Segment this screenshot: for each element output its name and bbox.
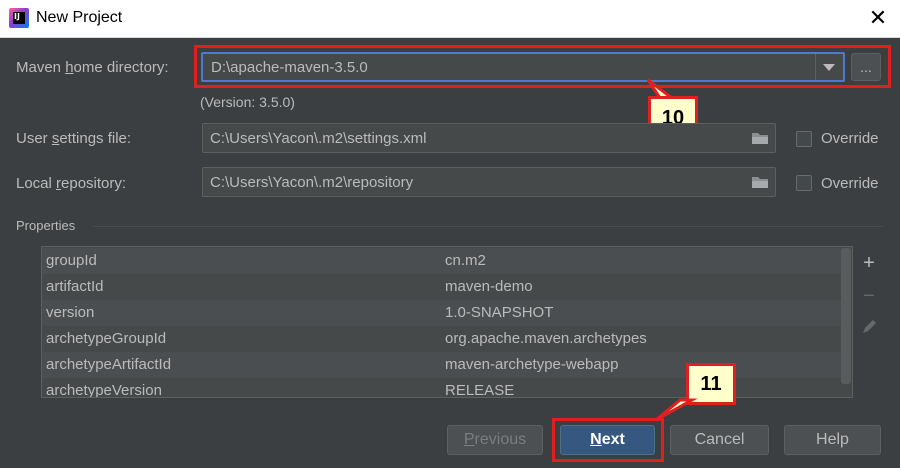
table-row[interactable]: artifactId maven-demo [42, 274, 842, 300]
override-settings-label: Override [821, 130, 879, 147]
edit-icon[interactable] [858, 316, 880, 338]
override-repository-label: Override [821, 175, 879, 192]
user-settings-value: C:\Users\Yacon\.m2\settings.xml [210, 130, 427, 147]
user-settings-label: User settings file: [16, 130, 132, 147]
override-repository-checkbox[interactable] [796, 175, 812, 191]
help-button[interactable]: Help [784, 425, 881, 455]
dropdown-arrow-icon[interactable] [823, 64, 835, 71]
table-row[interactable]: groupId cn.m2 [42, 248, 842, 274]
maven-home-value: D:\apache-maven-3.5.0 [211, 59, 368, 76]
local-repository-value: C:\Users\Yacon\.m2\repository [210, 174, 414, 191]
intellij-app-icon: IJ [9, 8, 29, 28]
folder-icon[interactable] [751, 131, 769, 145]
table-row[interactable]: version 1.0-SNAPSHOT [42, 300, 842, 326]
remove-icon[interactable]: − [858, 285, 880, 307]
callout-11-pointer [655, 398, 698, 422]
local-repository-label: Local repository: [16, 175, 127, 192]
previous-button[interactable]: Previous [447, 425, 543, 455]
browse-maven-home-button[interactable]: ... [851, 53, 881, 81]
cancel-button[interactable]: Cancel [670, 425, 769, 455]
window-title: New Project [36, 9, 123, 26]
folder-icon[interactable] [751, 175, 769, 189]
title-bar: IJ New Project ✕ [0, 0, 900, 38]
maven-home-label: Maven home directory: [16, 59, 169, 76]
next-button[interactable]: Next [560, 425, 655, 455]
user-settings-field[interactable]: C:\Users\Yacon\.m2\settings.xml [202, 123, 776, 153]
maven-home-combo[interactable]: D:\apache-maven-3.5.0 [201, 52, 845, 82]
maven-version-text: (Version: 3.5.0) [200, 94, 295, 110]
properties-section-title: Properties [16, 218, 76, 233]
table-scrollbar[interactable] [841, 248, 851, 384]
close-icon[interactable]: ✕ [866, 6, 890, 30]
local-repository-field[interactable]: C:\Users\Yacon\.m2\repository [202, 167, 776, 197]
table-row[interactable]: archetypeGroupId org.apache.maven.archet… [42, 326, 842, 352]
override-settings-checkbox[interactable] [796, 131, 812, 147]
add-icon[interactable]: + [858, 252, 880, 274]
section-divider [93, 226, 883, 227]
